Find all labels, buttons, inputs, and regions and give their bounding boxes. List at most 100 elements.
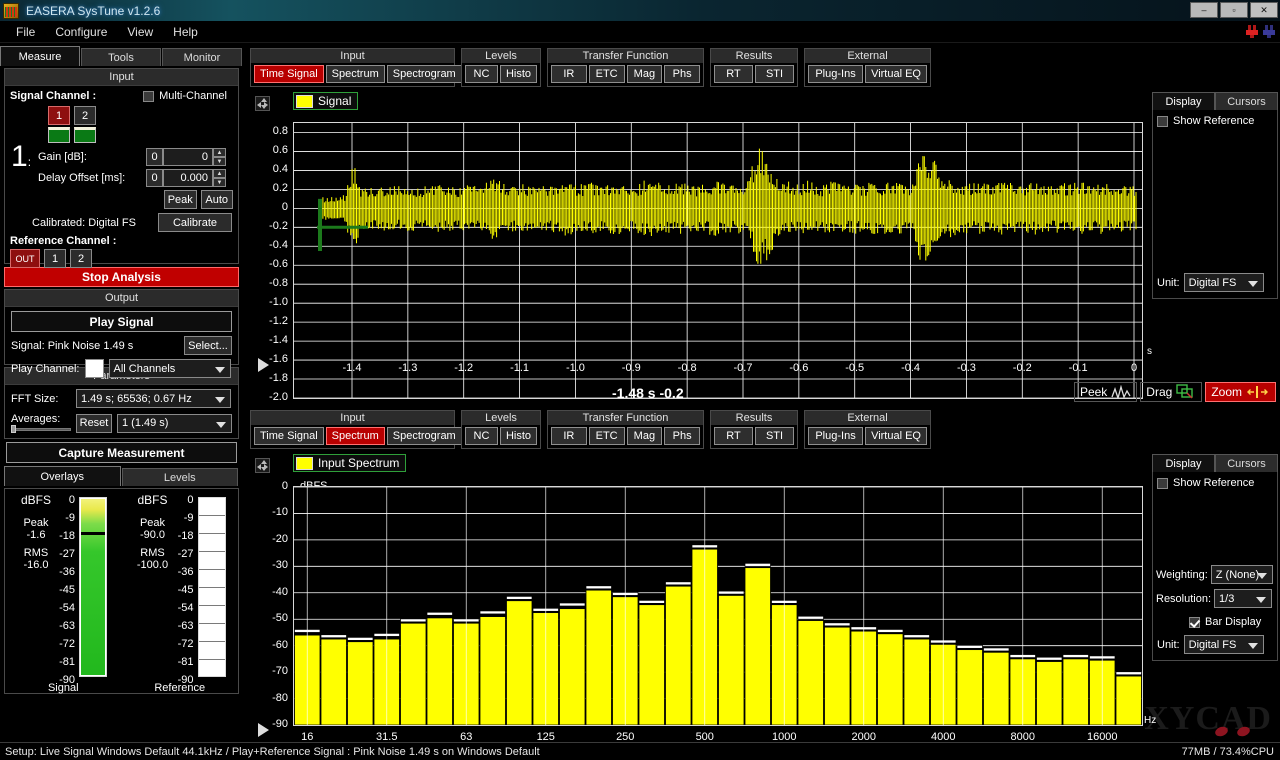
- resolution-select[interactable]: 1/3: [1214, 589, 1273, 608]
- reference-channel-2-button[interactable]: 2: [70, 249, 92, 268]
- tab-measure[interactable]: Measure: [0, 46, 80, 66]
- btn-sti-bottom[interactable]: STI: [755, 427, 794, 445]
- calibrate-button[interactable]: Calibrate: [158, 213, 232, 232]
- btn-mag-top[interactable]: Mag: [626, 65, 663, 83]
- spectrum-x-tick: 500: [695, 731, 714, 743]
- btn-time-signal-bottom[interactable]: Time Signal: [254, 427, 324, 445]
- unit-select-top[interactable]: Digital FS: [1183, 273, 1264, 292]
- unit-select-bottom[interactable]: Digital FS: [1183, 635, 1264, 654]
- zoom-mode-button[interactable]: Zoom: [1205, 382, 1276, 402]
- signal-meter-bar: [79, 497, 107, 677]
- btn-ir-top[interactable]: IR: [551, 65, 587, 83]
- play-channel-color-swatch[interactable]: [84, 359, 104, 378]
- plugin-red-icon[interactable]: [1246, 25, 1259, 38]
- minimize-button[interactable]: –: [1190, 2, 1218, 18]
- btn-virtual-eq-bottom[interactable]: Virtual EQ: [865, 427, 927, 445]
- btn-sti-top[interactable]: STI: [755, 65, 794, 83]
- tab-overlays[interactable]: Overlays: [4, 466, 121, 486]
- btn-histo-bottom[interactable]: Histo: [499, 427, 537, 445]
- bottom-display-tabs: Display Cursors: [1152, 454, 1278, 472]
- tab-levels[interactable]: Levels: [121, 468, 238, 486]
- btn-nc-top[interactable]: NC: [465, 65, 498, 83]
- signal-meter: dBFS Peak -1.6 RMS -16.0 0 -9 -18 -27 -36 -45…: [5, 489, 122, 694]
- menu-configure[interactable]: Configure: [45, 23, 117, 41]
- close-button[interactable]: ✕: [1250, 2, 1278, 18]
- watermark-text: XYCAD: [1144, 700, 1272, 737]
- menu-file[interactable]: File: [6, 23, 45, 41]
- show-reference-checkbox-bottom[interactable]: [1157, 477, 1168, 489]
- time-signal-plot[interactable]: [293, 122, 1143, 399]
- btn-etc-top[interactable]: ETC: [588, 65, 625, 83]
- play-signal-button[interactable]: Play Signal: [11, 311, 232, 332]
- btn-virtual-eq-top[interactable]: Virtual EQ: [865, 65, 927, 83]
- legend-label-signal: Signal: [318, 94, 352, 108]
- weighting-select[interactable]: Z (None): [1210, 565, 1273, 584]
- stop-analysis-button[interactable]: Stop Analysis: [4, 267, 239, 287]
- btn-rt-bottom[interactable]: RT: [714, 427, 753, 445]
- signal-channel-1-button[interactable]: 1: [48, 106, 70, 125]
- btn-ir-bottom[interactable]: IR: [551, 427, 587, 445]
- capture-measurement-button[interactable]: Capture Measurement: [6, 442, 237, 463]
- peak-button[interactable]: Peak: [164, 190, 197, 209]
- btn-histo-top[interactable]: Histo: [499, 65, 537, 83]
- btn-spectrum-top[interactable]: Spectrum: [325, 65, 385, 83]
- tab-tools[interactable]: Tools: [81, 48, 161, 66]
- reference-out-button[interactable]: OUT: [10, 249, 40, 268]
- channel-index-label: 1:: [11, 140, 32, 173]
- btn-spectrogram-top[interactable]: Spectrogram: [386, 65, 462, 83]
- peek-mode-button[interactable]: Peek: [1073, 382, 1138, 402]
- btn-plugins-top[interactable]: Plug-Ins: [808, 65, 864, 83]
- menu-help[interactable]: Help: [163, 23, 208, 41]
- select-signal-button[interactable]: Select...: [184, 336, 232, 355]
- btn-plugins-bottom[interactable]: Plug-Ins: [808, 427, 864, 445]
- btn-rt-top[interactable]: RT: [714, 65, 753, 83]
- btn-spectrum-bottom[interactable]: Spectrum: [325, 427, 385, 445]
- spectrum-y-tick: -60: [272, 638, 288, 651]
- spectrum-x-tick: 2000: [851, 731, 876, 743]
- averages-select[interactable]: 1 (1.49 s): [117, 413, 232, 433]
- signal-channel-2-button[interactable]: 2: [74, 106, 96, 125]
- pan-navigator-top[interactable]: [255, 96, 270, 111]
- reset-averages-button[interactable]: Reset: [76, 413, 112, 433]
- tab-display-bottom[interactable]: Display: [1152, 454, 1215, 472]
- reference-channel-1-button[interactable]: 1: [44, 249, 66, 268]
- application-window: EASERA SysTune v1.2.6 – ▫ ✕ File Configu…: [0, 0, 1280, 760]
- bar-display-checkbox[interactable]: [1189, 616, 1200, 628]
- meter-tick: -9: [65, 512, 75, 524]
- show-reference-checkbox-top[interactable]: [1157, 115, 1168, 127]
- tab-cursors-bottom[interactable]: Cursors: [1215, 454, 1278, 472]
- tab-monitor[interactable]: Monitor: [162, 48, 242, 66]
- maximize-button[interactable]: ▫: [1220, 2, 1248, 18]
- gain-input[interactable]: 0: [163, 148, 213, 166]
- gain-stepper[interactable]: ▲ ▼: [213, 148, 226, 166]
- weighting-label: Weighting:: [1156, 568, 1208, 581]
- btn-nc-bottom[interactable]: NC: [465, 427, 498, 445]
- delay-stepper[interactable]: ▲ ▼: [213, 169, 226, 187]
- gain-prefix[interactable]: 0: [146, 148, 163, 166]
- spectrum-plot[interactable]: [293, 486, 1143, 726]
- btn-spectrogram-bottom[interactable]: Spectrogram: [386, 427, 462, 445]
- multi-channel-checkbox[interactable]: [143, 90, 155, 102]
- btn-etc-bottom[interactable]: ETC: [588, 427, 625, 445]
- plugin-blue-icon[interactable]: [1263, 25, 1276, 38]
- drag-mode-button[interactable]: Drag: [1140, 382, 1203, 402]
- averages-slider[interactable]: [11, 425, 71, 433]
- time-y-tick: -0.2: [269, 220, 288, 233]
- spectrum-x-tick: 31.5: [376, 731, 398, 743]
- toolbar-group-results-title-bottom: Results: [711, 411, 797, 425]
- pan-navigator-bottom[interactable]: [255, 458, 270, 473]
- spectrum-peak-cap: [585, 585, 612, 590]
- auto-button[interactable]: Auto: [200, 190, 233, 209]
- play-channel-select[interactable]: All Channels: [108, 359, 231, 378]
- spectrum-bar: [479, 616, 506, 725]
- fft-size-select[interactable]: 1.49 s; 65536; 0.67 Hz: [76, 389, 231, 408]
- delay-prefix[interactable]: 0: [146, 169, 163, 187]
- tab-cursors-top[interactable]: Cursors: [1215, 92, 1278, 110]
- menu-view[interactable]: View: [117, 23, 163, 41]
- btn-mag-bottom[interactable]: Mag: [626, 427, 663, 445]
- btn-time-signal-top[interactable]: Time Signal: [254, 65, 324, 83]
- delay-offset-input[interactable]: 0.000: [163, 169, 213, 187]
- btn-phs-bottom[interactable]: Phs: [664, 427, 700, 445]
- tab-display-top[interactable]: Display: [1152, 92, 1215, 110]
- btn-phs-top[interactable]: Phs: [664, 65, 700, 83]
